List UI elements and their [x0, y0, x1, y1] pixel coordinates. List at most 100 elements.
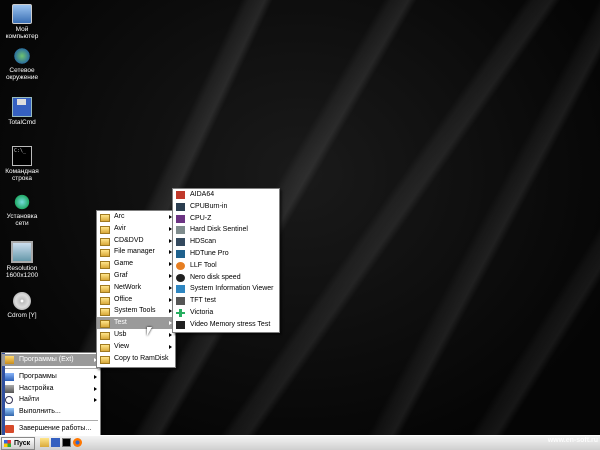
- submenu-item-copy-to-ramdisk[interactable]: Copy to RamDisk: [97, 353, 175, 365]
- menu-separator: [4, 367, 98, 369]
- victoria-icon: [176, 308, 185, 317]
- start-menu-item-programs[interactable]: Программы: [2, 371, 100, 383]
- desktop-icon-label: Resolution 1600x1200: [5, 265, 39, 279]
- start-menu-item-run[interactable]: Выполнить...: [2, 406, 100, 418]
- menu-item-label: Hard Disk Sentinel: [190, 226, 248, 234]
- menu-item-label: Программы: [19, 372, 57, 380]
- menu-item-label: Avir: [114, 224, 126, 232]
- submenu-item-graf[interactable]: Graf: [97, 270, 175, 282]
- desktop-icon-network-setup[interactable]: Установка сети: [2, 193, 42, 227]
- test-item-aida64[interactable]: AIDA64: [173, 189, 279, 201]
- desktop-icon-label: Cdrom [Y]: [7, 312, 37, 319]
- desktop-icon-my-computer[interactable]: Мой компьютер: [2, 4, 42, 40]
- folder-icon: [100, 296, 110, 305]
- test-item-hd-sentinel[interactable]: Hard Disk Sentinel: [173, 224, 279, 236]
- test-item-victoria[interactable]: Victoria: [173, 307, 279, 319]
- menu-separator: [4, 419, 98, 421]
- menu-item-label: Nero disk speed: [190, 273, 241, 281]
- chevron-right-icon: [94, 374, 97, 379]
- submenu-item-game[interactable]: Game: [97, 258, 175, 270]
- programs-ext-menu: Arc Avir CD&DVD File manager Game Graf N…: [96, 210, 176, 368]
- folder-icon: [100, 284, 110, 293]
- quick-launch-folder-icon[interactable]: [40, 438, 49, 447]
- menu-item-label: CPUBurn-in: [190, 202, 228, 210]
- menu-item-label: Найти: [19, 396, 39, 404]
- vmt-icon: [176, 320, 185, 329]
- start-menu-item-programs-ext[interactable]: Программы (Ext): [2, 354, 100, 366]
- quick-launch-cmd-icon[interactable]: [62, 438, 71, 447]
- menu-item-label: View: [114, 342, 130, 350]
- desktop-icon-network[interactable]: Сетевое окружение: [2, 47, 42, 81]
- submenu-item-arc[interactable]: Arc: [97, 211, 175, 223]
- quick-launch-firefox-icon[interactable]: [73, 438, 82, 447]
- start-menu-item-shutdown[interactable]: Завершение работы...: [2, 423, 100, 435]
- desktop-icon-label: Мой компьютер: [5, 26, 39, 40]
- menu-item-label: Выполнить...: [19, 408, 61, 416]
- watermark: www.en-soft.ru: [547, 437, 598, 444]
- floppy-icon: [12, 97, 32, 117]
- shutdown-icon: [5, 424, 14, 433]
- menu-item-label: Copy to RamDisk: [114, 354, 169, 362]
- test-item-nero[interactable]: Nero disk speed: [173, 272, 279, 284]
- programs-ext-icon: [5, 356, 14, 364]
- test-item-hdtune[interactable]: HDTune Pro: [173, 248, 279, 260]
- desktop-icon-label: Командная строка: [5, 168, 39, 182]
- folder-icon: [100, 355, 110, 364]
- search-icon: [5, 396, 13, 405]
- computer-icon: [12, 4, 32, 24]
- desktop-icon-label: TotalCmd: [8, 119, 36, 126]
- chevron-right-icon: [169, 344, 172, 349]
- cd-icon: [13, 292, 31, 310]
- desktop-icon-resolution[interactable]: Resolution 1600x1200: [2, 241, 42, 279]
- desktop-icon-label: Установка сети: [6, 213, 38, 227]
- menu-item-label: Arc: [114, 213, 125, 220]
- hdsentinel-icon: [176, 226, 185, 235]
- submenu-item-system-tools[interactable]: System Tools: [97, 305, 175, 317]
- folder-icon: [100, 225, 110, 234]
- menu-item-label: HDTune Pro: [190, 249, 229, 257]
- start-menu-item-search[interactable]: Найти: [2, 394, 100, 406]
- test-item-tft[interactable]: TFT test: [173, 295, 279, 307]
- aida64-icon: [176, 191, 185, 199]
- menu-item-label: Video Memory stress Test: [190, 320, 271, 328]
- desktop-icon-cdrom[interactable]: Cdrom [Y]: [2, 292, 42, 319]
- test-item-cpuz[interactable]: CPU-Z: [173, 213, 279, 225]
- submenu-item-view[interactable]: View: [97, 341, 175, 353]
- submenu-item-network[interactable]: NetWork: [97, 282, 175, 294]
- submenu-item-file-manager[interactable]: File manager: [97, 246, 175, 258]
- chevron-right-icon: [169, 332, 172, 337]
- menu-item-label: System Tools: [114, 307, 156, 315]
- taskbar: Пуск: [0, 435, 600, 450]
- test-item-cpuburn[interactable]: CPUBurn-in: [173, 201, 279, 213]
- desktop-icon-cmd[interactable]: Командная строка: [2, 146, 42, 182]
- folder-icon: [100, 308, 110, 317]
- menu-item-label: Game: [114, 260, 134, 268]
- submenu-item-avir[interactable]: Avir: [97, 223, 175, 235]
- start-button[interactable]: Пуск: [1, 437, 36, 450]
- test-item-siv[interactable]: System Information Viewer: [173, 283, 279, 295]
- submenu-item-usb[interactable]: Usb: [97, 329, 175, 341]
- submenu-item-cd-dvd[interactable]: CD&DVD: [97, 235, 175, 247]
- menu-item-label: Victoria: [190, 308, 214, 316]
- menu-item-label: Office: [114, 295, 133, 303]
- desktop-icon-label: Сетевое окружение: [5, 67, 39, 81]
- folder-icon: [100, 272, 110, 281]
- submenu-item-test[interactable]: Test: [97, 317, 175, 329]
- test-menu: AIDA64 CPUBurn-in CPU-Z Hard Disk Sentin…: [172, 188, 280, 333]
- menu-item-label: HDScan: [190, 238, 217, 246]
- cmd-icon: [12, 146, 32, 166]
- menu-item-label: System Information Viewer: [190, 285, 274, 293]
- cpuz-icon: [176, 214, 185, 223]
- network-setup-icon: [13, 193, 31, 211]
- start-menu-item-settings[interactable]: Настройка: [2, 383, 100, 395]
- desktop-icon-totalcmd[interactable]: TotalCmd: [2, 97, 42, 126]
- menu-item-label: Завершение работы...: [19, 424, 92, 432]
- quick-launch-floppy-icon[interactable]: [51, 438, 60, 447]
- test-item-hdscan[interactable]: HDScan: [173, 236, 279, 248]
- test-item-llf[interactable]: LLF Tool: [173, 260, 279, 272]
- folder-icon: [100, 214, 110, 222]
- submenu-item-office[interactable]: Office: [97, 294, 175, 306]
- folder-icon: [100, 237, 110, 246]
- test-item-vmt[interactable]: Video Memory stress Test: [173, 319, 279, 331]
- programs-icon: [5, 372, 14, 381]
